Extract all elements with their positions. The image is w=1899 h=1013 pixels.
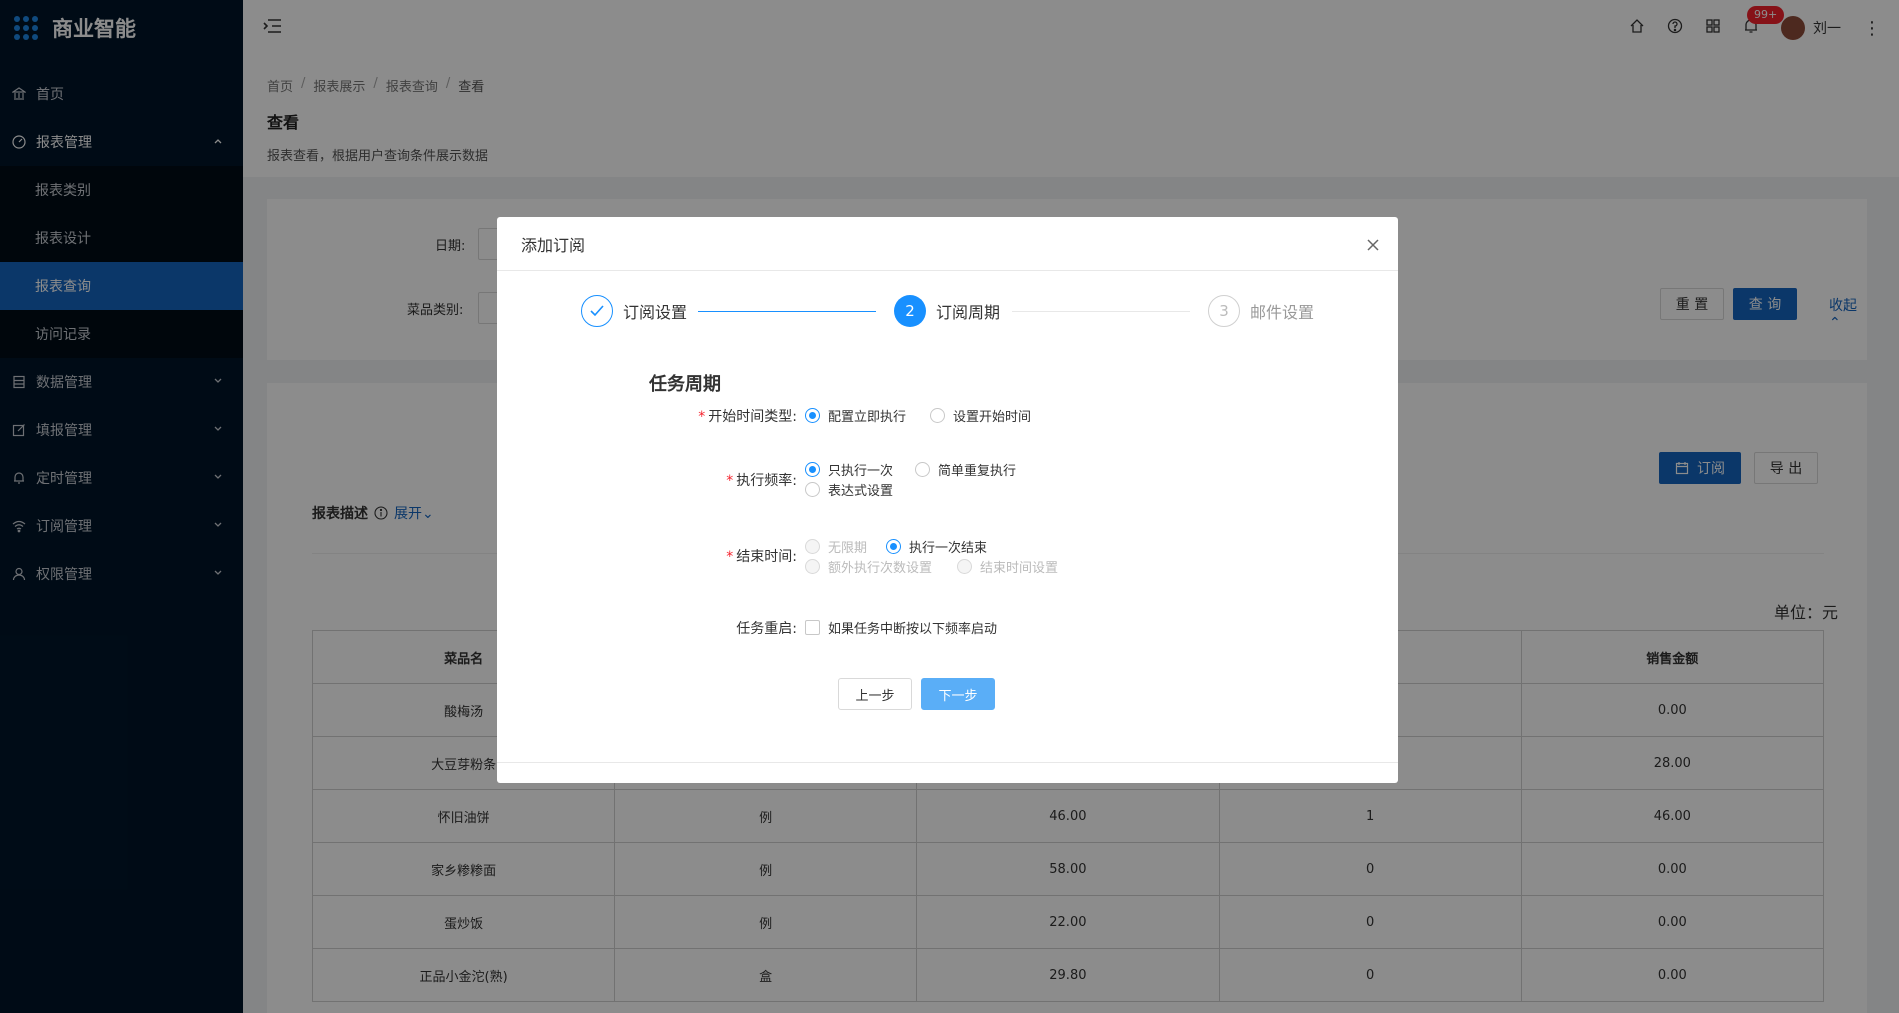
modal-title: 添加订阅 [521,235,586,255]
steps: 订阅设置 2 订阅周期 3 邮件设置 [581,295,1321,329]
step-number: 3 [1208,295,1240,327]
step-connector-done [698,311,876,312]
end-time-label: * 结束时间: [726,549,797,565]
step-connector-pending [1012,311,1190,312]
step-1[interactable]: 订阅设置 [581,295,687,327]
check-icon [581,295,613,327]
add-subscription-modal: 添加订阅 订阅设置 2 订阅周期 3 邮件设置 任务周期 * 开始时间类型: 配置… [497,217,1398,783]
step-3[interactable]: 3 邮件设置 [1208,295,1314,327]
close-icon[interactable] [1366,233,1380,257]
radio-end-time-setting: 结束时间设置 [957,557,1058,576]
step-label: 邮件设置 [1250,303,1315,322]
step-label: 订阅周期 [936,303,1001,322]
radio-start-time[interactable]: 设置开始时间 [930,406,1031,425]
radio-simple-repeat[interactable]: 简单重复执行 [915,460,1016,479]
radio-extra-count: 额外执行次数设置 [805,557,932,576]
step-2[interactable]: 2 订阅周期 [894,295,1000,327]
start-type-label: * 开始时间类型: [698,409,797,425]
frequency-label: * 执行频率: [726,473,797,489]
modal-footer-divider [497,762,1398,763]
restart-checkbox[interactable]: 如果任务中断按以下频率启动 [805,618,997,637]
modal-header: 添加订阅 [497,217,1398,271]
radio-expression[interactable]: 表达式设置 [805,480,893,499]
step-label: 订阅设置 [623,303,688,322]
next-step-button[interactable]: 下一步 [921,678,995,710]
step-number: 2 [894,295,926,327]
radio-unlimited: 无限期 [805,537,867,556]
section-title: 任务周期 [649,374,721,395]
restart-label: 任务重启: [736,621,797,637]
radio-start-immediate[interactable]: 配置立即执行 [805,406,906,425]
radio-end-once[interactable]: 执行一次结束 [886,537,987,556]
radio-once[interactable]: 只执行一次 [805,460,893,479]
prev-step-button[interactable]: 上一步 [838,678,912,710]
